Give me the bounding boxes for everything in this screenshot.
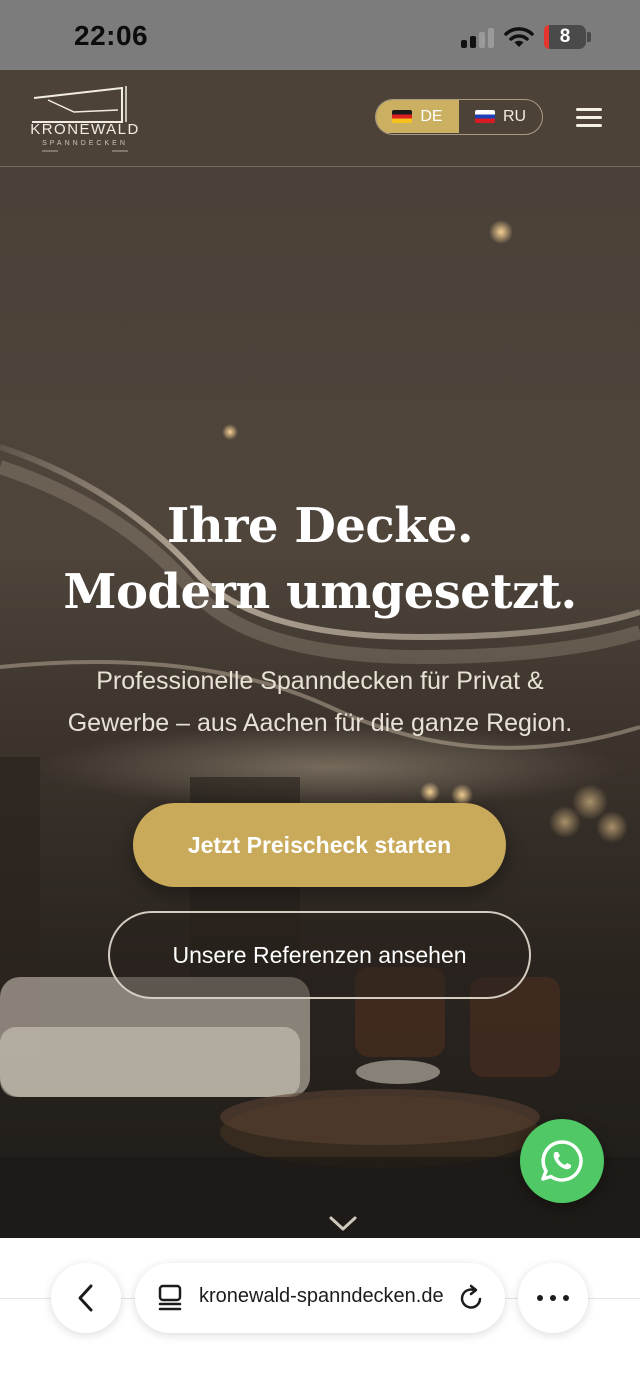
- hero-title: Ihre Decke. Modern umgesetzt.: [0, 493, 640, 625]
- references-button[interactable]: Unsere Referenzen ansehen: [108, 911, 531, 999]
- language-ru-button[interactable]: RU: [459, 100, 542, 133]
- browser-toolbar: kronewald-spanndecken.de: [0, 1238, 640, 1385]
- address-bar[interactable]: kronewald-spanndecken.de: [135, 1263, 505, 1333]
- status-time: 22:06: [74, 20, 149, 51]
- hamburger-menu-icon[interactable]: [576, 108, 602, 128]
- hero-subtitle: Professionelle Spanndecken für Privat & …: [20, 660, 620, 744]
- hero-subtitle-line-2: Gewerbe – aus Aachen für die ganze Regio…: [67, 709, 573, 737]
- chevron-down-icon[interactable]: [328, 1215, 358, 1233]
- logo-name: KRONEWALD: [30, 121, 140, 138]
- wifi-icon: [504, 27, 534, 47]
- germany-flag-icon: [392, 110, 413, 123]
- language-de-label: DE: [420, 107, 443, 125]
- battery-tip: [587, 32, 591, 42]
- status-bar: 22:06 8: [0, 0, 640, 70]
- more-options-button[interactable]: [518, 1263, 588, 1333]
- logo-tagline: SPANNDECKEN: [42, 140, 128, 147]
- whatsapp-icon: [541, 1140, 583, 1182]
- cellular-signal-icon: [461, 28, 495, 48]
- url-text: kronewald-spanndecken.de: [199, 1285, 444, 1307]
- language-ru-label: RU: [502, 107, 527, 125]
- logo-roof-icon[interactable]: [26, 78, 144, 160]
- battery-level: 8: [559, 26, 571, 47]
- price-check-button[interactable]: Jetzt Preischeck starten: [133, 803, 506, 887]
- site-header: KRONEWALD SPANNDECKEN DE RU: [0, 70, 640, 167]
- battery-icon: 8: [544, 25, 586, 49]
- hero-title-line-2: Modern umgesetzt.: [63, 564, 577, 620]
- hero-section: Ihre Decke. Modern umgesetzt. Profession…: [0, 167, 640, 1238]
- tabs-icon[interactable]: [157, 1283, 185, 1313]
- hero-title-line-1: Ihre Decke.: [166, 498, 474, 554]
- hero-subtitle-line-1: Professionelle Spanndecken für Privat &: [96, 667, 544, 695]
- more-options-icon: [537, 1295, 569, 1301]
- language-switcher: DE RU: [375, 99, 543, 135]
- language-de-button[interactable]: DE: [376, 100, 459, 133]
- back-button[interactable]: [51, 1263, 121, 1333]
- reload-icon[interactable]: [458, 1283, 486, 1313]
- russia-flag-icon: [474, 110, 495, 123]
- whatsapp-button[interactable]: [520, 1119, 604, 1203]
- back-arrow-icon: [78, 1284, 93, 1312]
